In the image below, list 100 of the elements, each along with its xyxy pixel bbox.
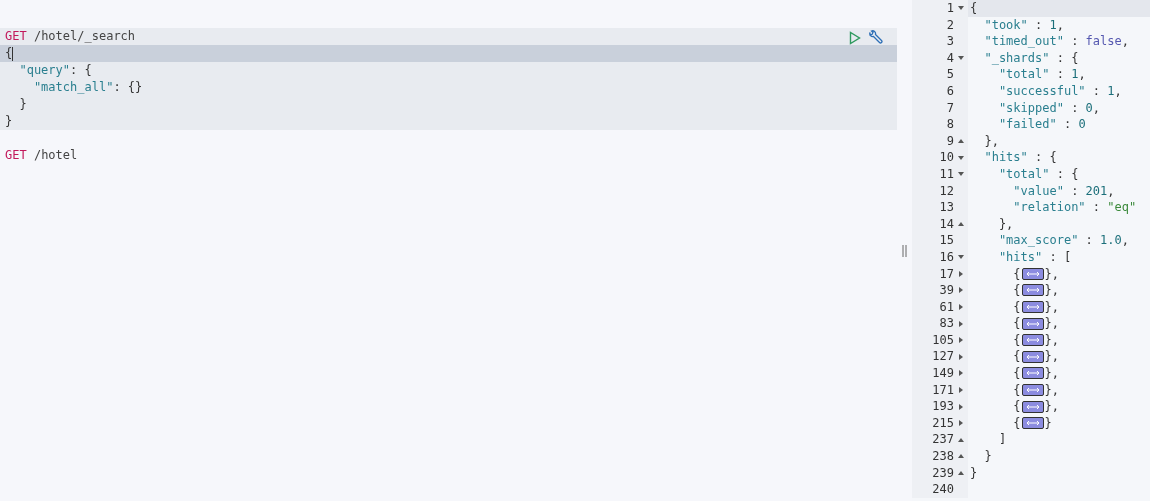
code-token: },	[1044, 298, 1060, 316]
code-token: 1	[1107, 82, 1115, 100]
collapsed-object-button[interactable]	[1021, 267, 1044, 280]
line-number: 193	[932, 398, 954, 415]
code-token: :	[1034, 16, 1044, 34]
code-token: ,	[1121, 33, 1129, 50]
request-block[interactable]: GET /hotel	[0, 147, 897, 164]
collapsed-object-button[interactable]	[1021, 334, 1044, 347]
code-token: {	[1012, 265, 1021, 283]
line-number: 239	[932, 464, 954, 482]
line-number: 13	[939, 199, 954, 216]
expand-caret-icon[interactable]	[959, 287, 963, 294]
line-number: 11	[939, 165, 954, 183]
code-token: ,	[1114, 82, 1122, 100]
unfold-caret-icon[interactable]	[958, 437, 964, 442]
code-token: "total"	[997, 66, 1050, 83]
code-token: },	[1044, 348, 1060, 366]
collapsed-object-button[interactable]	[1021, 284, 1044, 297]
unfold-caret-icon[interactable]	[958, 222, 964, 226]
code-token: ]	[997, 431, 1007, 449]
collapsed-object-button[interactable]	[1021, 317, 1044, 330]
code-token: :	[1091, 199, 1102, 216]
fold-caret-icon[interactable]	[958, 172, 964, 177]
double-arrow-icon	[1025, 386, 1040, 393]
double-arrow-icon	[1025, 270, 1040, 277]
expand-caret-icon[interactable]	[959, 386, 963, 393]
code-token: },	[1044, 315, 1060, 332]
code-token: "took"	[983, 16, 1028, 34]
collapsed-object-button[interactable]	[1021, 350, 1044, 363]
code-token: ,	[1078, 66, 1086, 83]
expand-caret-icon[interactable]	[959, 353, 963, 360]
code-token: {	[1012, 282, 1021, 299]
code-token: {	[1012, 298, 1021, 316]
code-token: : {	[70, 63, 92, 77]
line-number: 5	[946, 66, 954, 83]
collapsed-object-button[interactable]	[1021, 367, 1044, 380]
code-token: {	[1012, 365, 1021, 382]
fold-caret-icon[interactable]	[958, 6, 964, 11]
code-token: ,	[1056, 16, 1064, 34]
collapsed-object-button[interactable]	[1021, 301, 1044, 313]
code-token: ,	[1121, 232, 1129, 249]
expand-caret-icon[interactable]	[959, 337, 963, 344]
code-token: {	[1012, 398, 1021, 415]
code-token: 0	[1085, 99, 1093, 117]
code-token: :	[1084, 232, 1094, 249]
code-token: :	[1055, 66, 1065, 83]
collapsed-object-button[interactable]	[1021, 400, 1044, 413]
fold-caret-icon[interactable]	[958, 255, 964, 260]
expand-caret-icon[interactable]	[959, 370, 963, 377]
fold-caret-icon[interactable]	[958, 155, 964, 160]
code-token: },	[1044, 365, 1060, 382]
code-token: {	[1012, 315, 1021, 332]
double-arrow-icon	[1025, 337, 1040, 344]
code-token: {	[1012, 381, 1021, 399]
code-token: : [	[1048, 248, 1072, 266]
collapsed-object-button[interactable]	[1021, 417, 1044, 430]
collapsed-object-button[interactable]	[1021, 383, 1044, 396]
expand-caret-icon[interactable]	[959, 420, 963, 427]
code-token: "timed_out"	[983, 33, 1064, 50]
code-token: "max_score"	[997, 232, 1079, 249]
text-cursor	[12, 46, 14, 61]
request-path: /hotel/_search	[32, 29, 136, 43]
unfold-caret-icon[interactable]	[958, 139, 964, 144]
unfold-caret-icon[interactable]	[958, 454, 964, 459]
code-token: }	[983, 448, 992, 465]
code-token: "query"	[18, 63, 71, 77]
expand-caret-icon[interactable]	[959, 270, 963, 277]
code-token: :	[1070, 99, 1080, 117]
request-block[interactable]: GET /hotel/_search { "query": { "match_all": {} } }	[0, 28, 897, 130]
request-path: /hotel	[32, 148, 78, 162]
code-token: },	[1044, 282, 1060, 299]
code-token: {	[970, 0, 978, 17]
code-token: "failed"	[997, 116, 1057, 133]
http-method: GET	[5, 148, 27, 162]
code-token: "skipped"	[997, 99, 1064, 117]
line-number: 105	[932, 331, 954, 349]
line-number: 9	[946, 132, 954, 150]
code-token: 1	[1049, 16, 1057, 34]
code-token: },	[997, 215, 1014, 233]
expand-caret-icon[interactable]	[959, 403, 963, 410]
double-arrow-icon	[1025, 287, 1040, 294]
wrench-icon[interactable]	[867, 30, 883, 46]
code-token: {	[5, 46, 13, 60]
code-token: },	[1044, 381, 1060, 399]
code-token: }	[1044, 414, 1052, 432]
line-number: 17	[939, 265, 954, 283]
code-token: ,	[1107, 182, 1115, 200]
resize-handle-icon[interactable]	[902, 244, 907, 257]
line-number: 127	[932, 348, 954, 366]
code-token: : {	[1055, 165, 1079, 183]
line-number: 171	[932, 381, 954, 399]
line-number: 3	[946, 33, 954, 50]
expand-caret-icon[interactable]	[959, 304, 963, 310]
double-arrow-icon	[1025, 420, 1040, 427]
code-token: 1.0	[1100, 232, 1122, 249]
play-icon[interactable]	[849, 31, 861, 45]
unfold-caret-icon[interactable]	[958, 470, 964, 475]
code-token: "relation"	[1012, 199, 1086, 216]
fold-caret-icon[interactable]	[958, 56, 964, 61]
expand-caret-icon[interactable]	[959, 320, 963, 327]
